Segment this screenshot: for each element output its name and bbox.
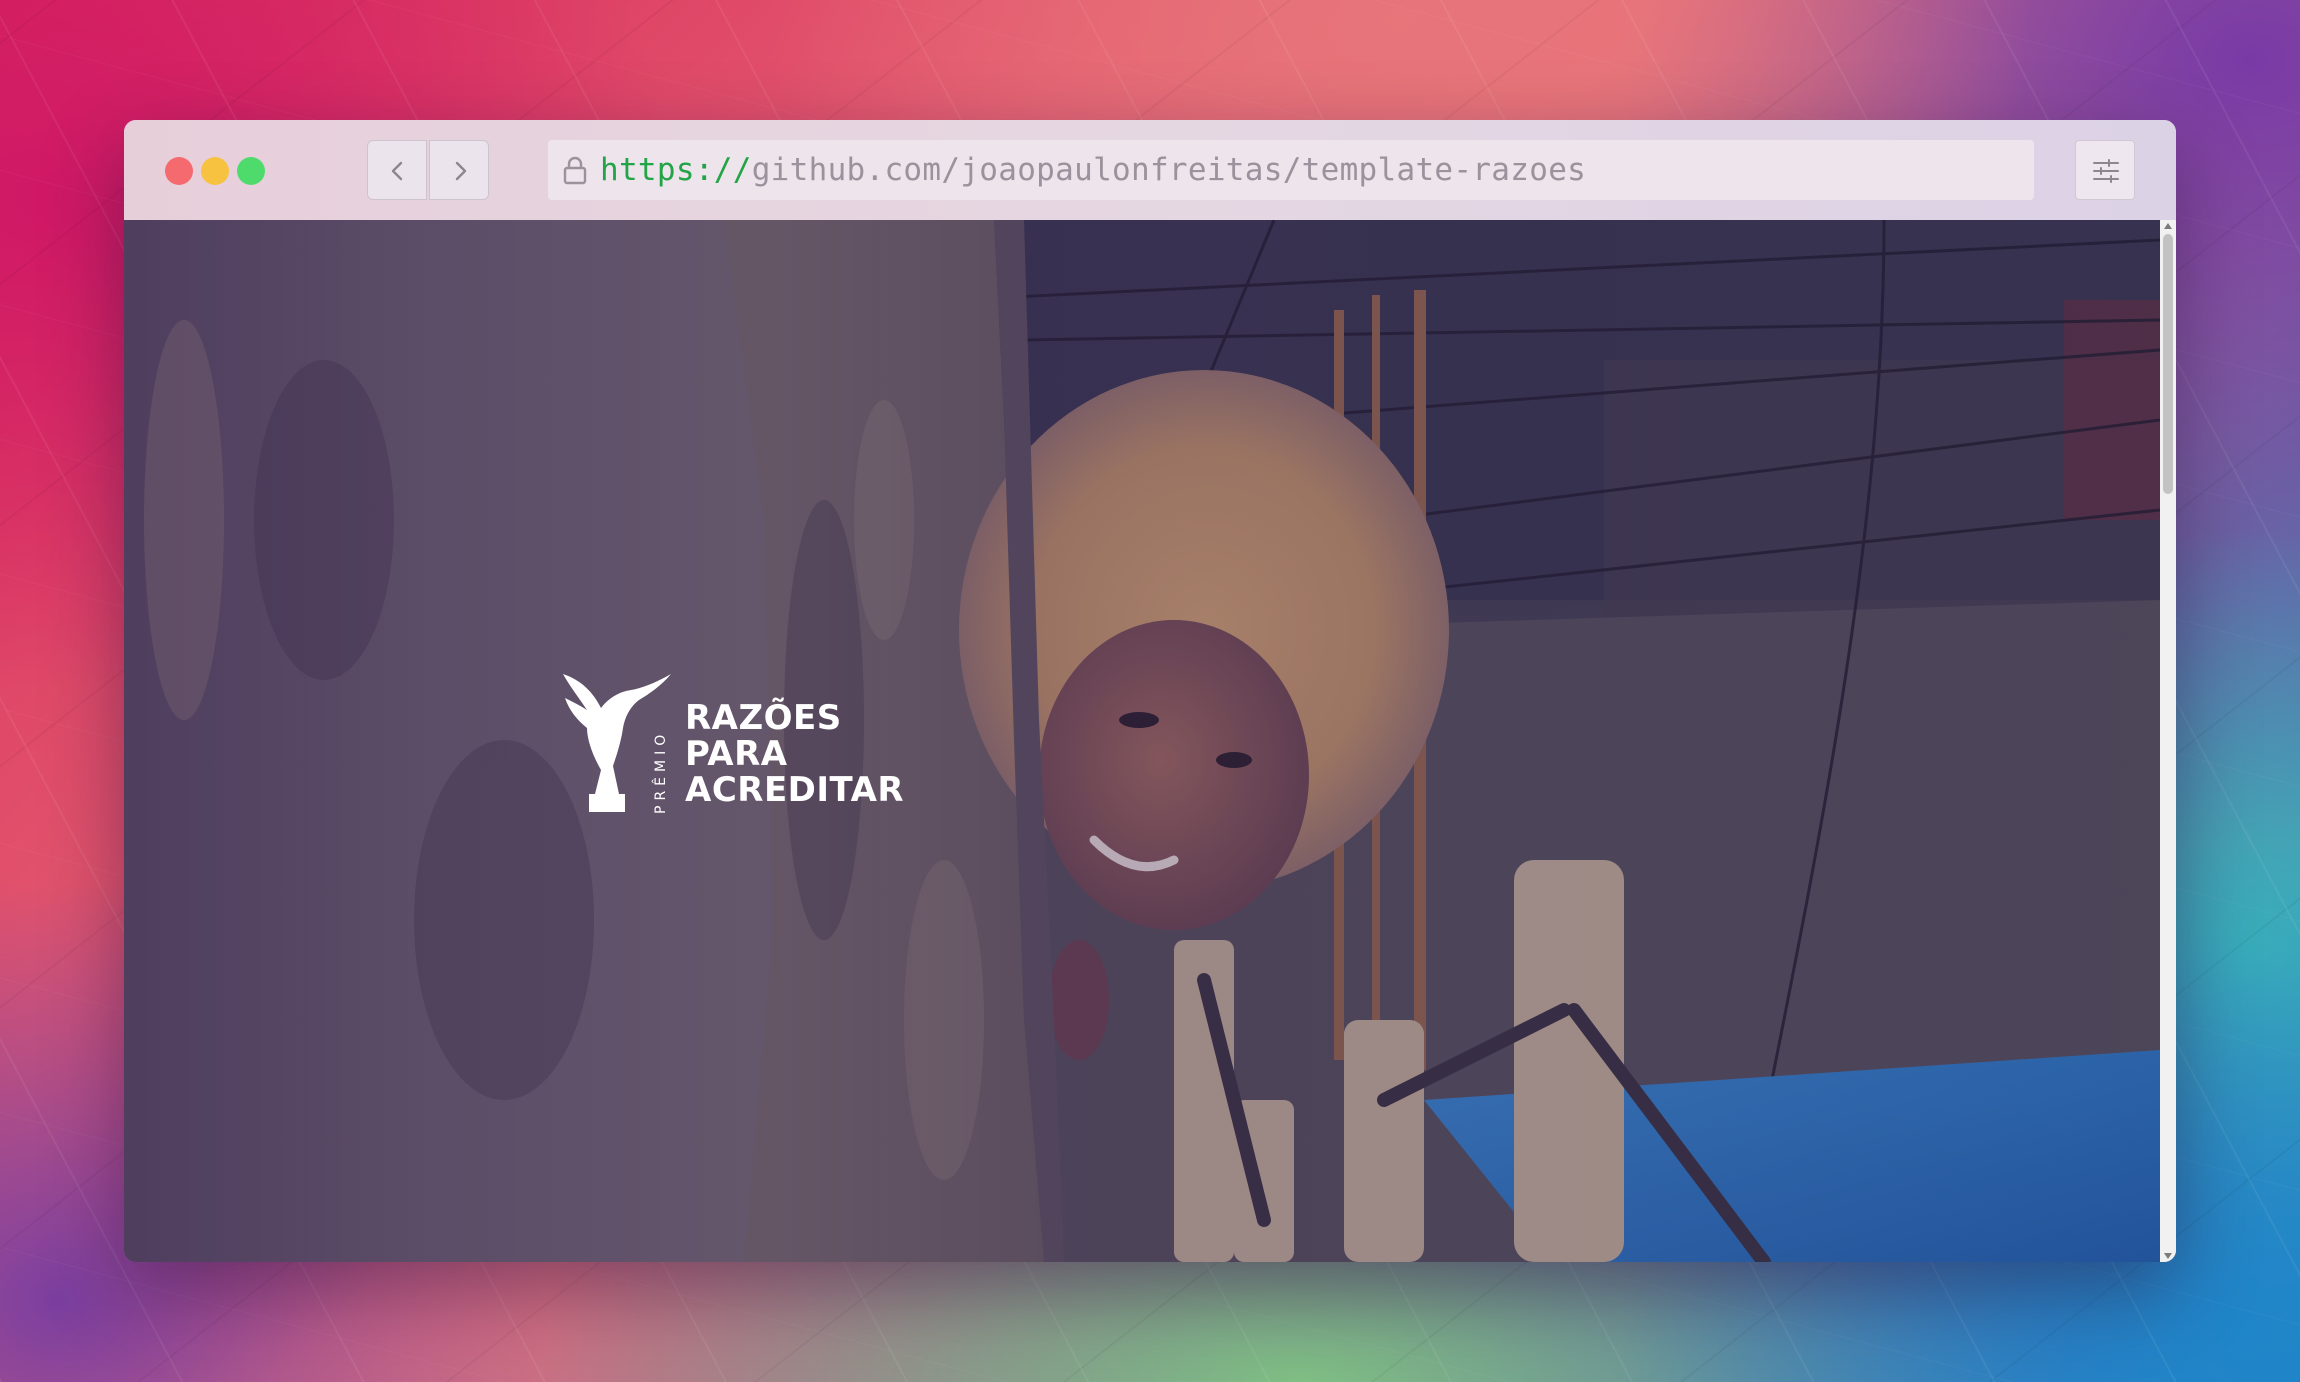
settings-menu-button[interactable] <box>2075 140 2135 200</box>
sliders-icon <box>2093 159 2119 183</box>
forward-button[interactable] <box>429 140 489 200</box>
title-bar: https://github.com/joaopaulonfreitas/tem… <box>124 120 2176 220</box>
logo-premio-text: PRÊMIO <box>653 729 669 814</box>
zoom-button[interactable] <box>237 157 265 185</box>
page-viewport: PRÊMIO RAZÕES PARA ACREDITAR <box>124 220 2176 1262</box>
minimize-button[interactable] <box>201 157 229 185</box>
back-button[interactable] <box>367 140 427 200</box>
close-button[interactable] <box>165 157 193 185</box>
logo-line-para: PARA <box>685 734 788 774</box>
logo-line-razoes: RAZÕES <box>685 698 842 738</box>
url-text: https://github.com/joaopaulonfreitas/tem… <box>600 140 1586 200</box>
scrollbar-thumb[interactable] <box>2163 234 2173 494</box>
chevron-right-icon <box>455 161 467 181</box>
scroll-up-arrow-icon[interactable] <box>2164 223 2172 229</box>
lock-icon <box>563 156 587 185</box>
scroll-down-arrow-icon[interactable] <box>2164 1253 2172 1259</box>
chevron-left-icon <box>391 161 403 181</box>
url-path: github.com/joaopaulonfreitas/template-ra… <box>751 152 1587 188</box>
logo-line-acreditar: ACREDITAR <box>685 770 905 810</box>
browser-window: https://github.com/joaopaulonfreitas/tem… <box>124 120 2176 1262</box>
hero-photo-illustration <box>124 220 2160 1262</box>
vertical-scrollbar[interactable] <box>2160 220 2176 1262</box>
hero-image: PRÊMIO RAZÕES PARA ACREDITAR <box>124 220 2160 1262</box>
premio-razoes-logo: PRÊMIO RAZÕES PARA ACREDITAR <box>561 670 921 815</box>
address-bar[interactable]: https://github.com/joaopaulonfreitas/tem… <box>548 140 2034 200</box>
url-scheme: https:// <box>600 152 752 188</box>
